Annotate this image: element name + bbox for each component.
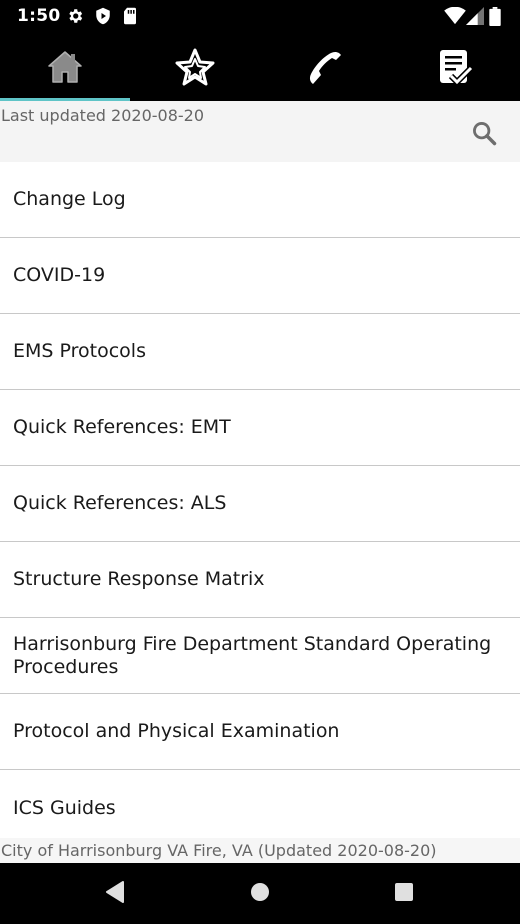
phone-icon — [309, 51, 341, 84]
list-item-label: Change Log — [13, 188, 126, 210]
wifi-icon — [444, 7, 466, 25]
recents-icon[interactable] — [394, 881, 414, 903]
tab-favorites[interactable] — [130, 32, 260, 101]
list-item-label: COVID-19 — [13, 264, 106, 286]
footer-text: City of Harrisonburg VA Fire, VA (Update… — [0, 838, 520, 863]
protocol-list: Change Log COVID-19 EMS Protocols Quick … — [0, 162, 520, 846]
gear-icon — [69, 9, 83, 23]
tab-bar — [0, 32, 520, 101]
list-item-label: EMS Protocols — [13, 340, 146, 362]
battery-icon — [489, 7, 501, 26]
shield-icon — [96, 7, 110, 25]
system-nav-bar — [0, 863, 520, 924]
tab-contacts[interactable] — [260, 32, 390, 101]
list-item[interactable]: Quick References: ALS — [0, 466, 520, 542]
list-item[interactable]: Quick References: EMT — [0, 390, 520, 466]
list-item-label: ICS Guides — [13, 796, 116, 819]
back-icon[interactable] — [105, 881, 125, 903]
list-item[interactable]: Change Log — [0, 162, 520, 238]
star-icon — [175, 48, 215, 85]
list-item[interactable]: ICS Guides — [0, 770, 520, 846]
search-bar: Last updated 2020-08-20 — [0, 101, 520, 162]
home-circle-icon[interactable] — [250, 881, 270, 903]
tab-home[interactable] — [0, 32, 130, 101]
status-bar: 1:50 — [0, 0, 520, 32]
list-item[interactable]: COVID-19 — [0, 238, 520, 314]
list-item[interactable]: Harrisonburg Fire Department Standard Op… — [0, 618, 520, 694]
list-item-label: Quick References: ALS — [13, 492, 227, 514]
list-item-label: Structure Response Matrix — [13, 568, 265, 590]
list-item-label: Protocol and Physical Examination — [13, 720, 340, 742]
signal-icon — [466, 7, 484, 25]
sd-card-icon — [124, 7, 136, 25]
list-item[interactable]: Structure Response Matrix — [0, 542, 520, 618]
status-time: 1:50 — [17, 6, 61, 26]
list-item[interactable]: Protocol and Physical Examination — [0, 694, 520, 770]
list-item[interactable]: EMS Protocols — [0, 314, 520, 390]
tab-checklists[interactable] — [390, 32, 520, 101]
last-updated-text: Last updated 2020-08-20 — [1, 106, 205, 125]
list-item-label: Harrisonburg Fire Department Standard Op… — [13, 632, 492, 678]
checklist-icon — [440, 49, 473, 86]
home-icon — [48, 50, 82, 83]
list-item-label: Quick References: EMT — [13, 416, 231, 438]
search-icon[interactable] — [470, 119, 498, 147]
